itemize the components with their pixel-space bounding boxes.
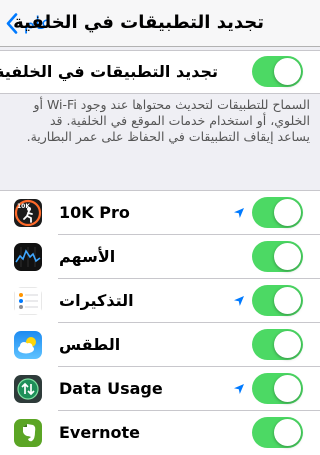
app-toggle-stocks[interactable]: [252, 241, 303, 272]
app-row-evernote: Evernote: [0, 411, 320, 455]
location-arrow-icon: [234, 208, 244, 218]
app-list: 10K 10K Pro الأسهم التذكيرات الطقس Data …: [0, 190, 320, 455]
toggle-knob: [274, 243, 301, 270]
data-usage-icon: [14, 375, 42, 403]
app-name: التذكيرات: [59, 291, 134, 310]
app-name: الأسهم: [59, 247, 116, 266]
toggle-knob: [274, 331, 301, 358]
location-arrow-icon: [234, 296, 244, 306]
10k-pro-icon: 10K: [14, 199, 42, 227]
weather-icon: [14, 331, 42, 359]
app-name: Data Usage: [59, 379, 163, 398]
location-arrow-icon: [234, 384, 244, 394]
navigation-bar: عام تجديد التطبيقات في الخلفية: [0, 0, 320, 47]
app-row-data-usage: Data Usage: [0, 367, 320, 411]
app-toggle-data-usage[interactable]: [252, 373, 303, 404]
stocks-icon: [14, 243, 42, 271]
app-name: الطقس: [59, 335, 121, 354]
app-name: 10K Pro: [59, 203, 130, 222]
app-row-10k-pro: 10K 10K Pro: [0, 191, 320, 235]
toggle-knob: [274, 287, 301, 314]
toggle-knob: [274, 419, 301, 446]
toggle-knob: [274, 199, 301, 226]
toggle-knob: [274, 375, 301, 402]
app-name: Evernote: [59, 423, 140, 442]
app-toggle-weather[interactable]: [252, 329, 303, 360]
app-row-stocks: الأسهم: [0, 235, 320, 279]
description-footer: السماح للتطبيقات لتحديث محتواها عند وجود…: [26, 97, 310, 144]
toggle-knob: [274, 58, 301, 85]
app-toggle-evernote[interactable]: [252, 417, 303, 448]
master-toggle-label: تجديد التطبيقات في الخلفية: [0, 62, 218, 81]
background-refresh-toggle[interactable]: [252, 56, 303, 87]
page-title: تجديد التطبيقات في الخلفية: [13, 12, 264, 33]
app-row-weather: الطقس: [0, 323, 320, 367]
app-row-reminders: التذكيرات: [0, 279, 320, 323]
reminders-icon: [14, 287, 42, 315]
master-toggle-row: تجديد التطبيقات في الخلفية: [0, 50, 320, 94]
app-toggle-10k-pro[interactable]: [252, 197, 303, 228]
app-toggle-reminders[interactable]: [252, 285, 303, 316]
evernote-icon: [14, 419, 42, 447]
